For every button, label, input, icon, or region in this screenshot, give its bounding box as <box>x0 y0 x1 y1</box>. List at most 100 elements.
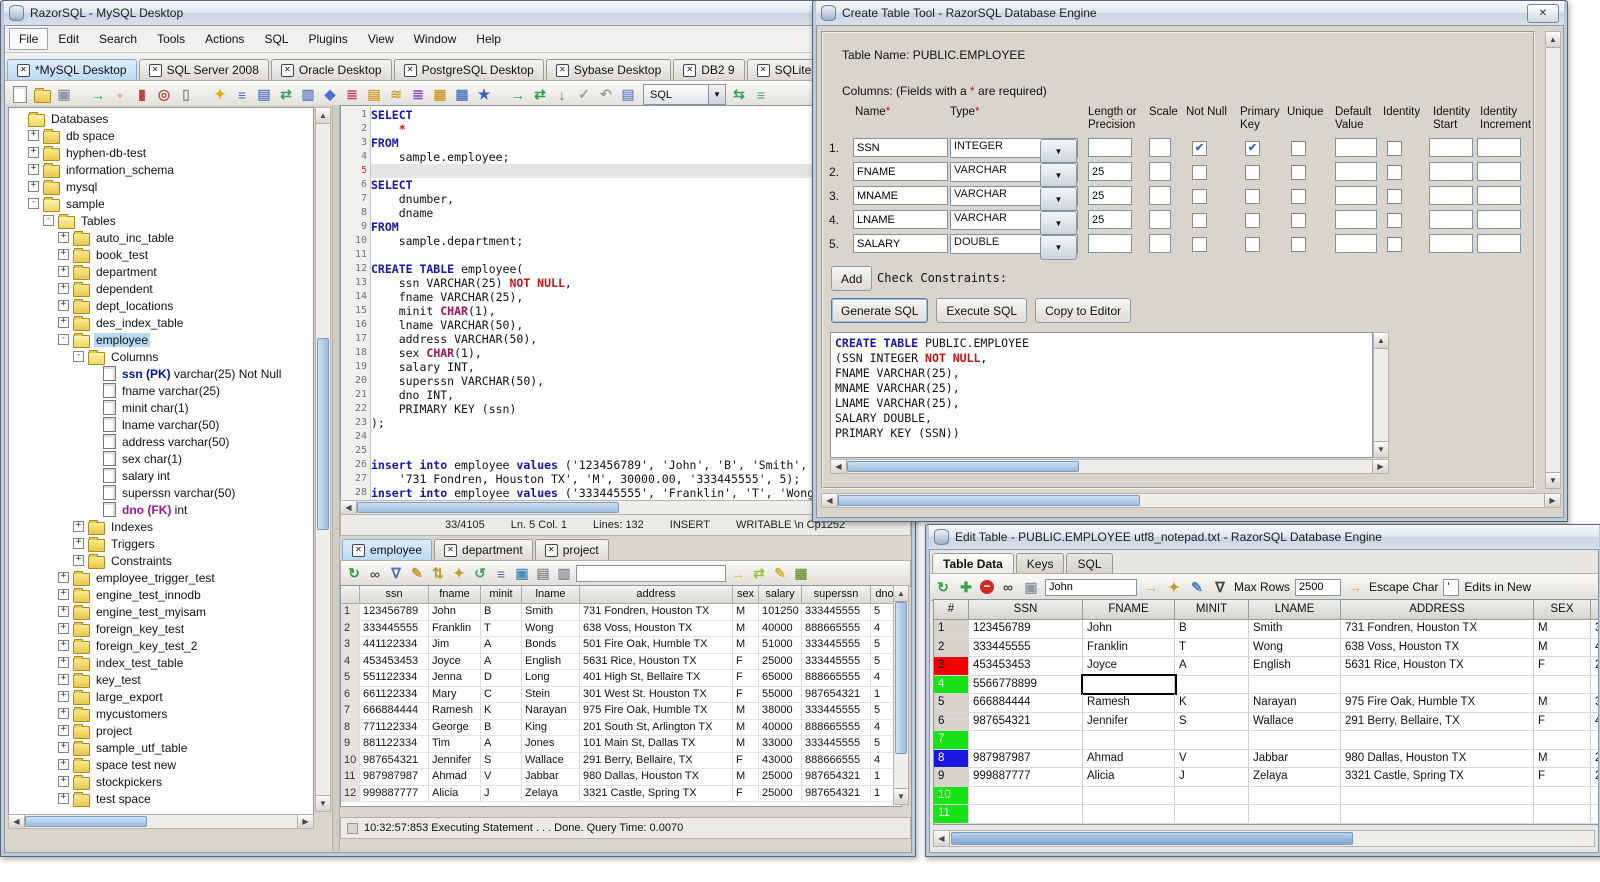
expand-icon[interactable]: + <box>58 317 69 328</box>
identity_start-input[interactable] <box>1429 162 1473 181</box>
column-header-FNAME[interactable]: FNAME <box>1083 600 1175 620</box>
table-row[interactable]: 2 333445555 Franklin T Wong 638 Voss, Houston… <box>341 620 901 637</box>
tree-scroll-thumb[interactable] <box>317 338 329 530</box>
tree-item-dependent[interactable]: + dependent <box>9 280 313 297</box>
scale-input[interactable] <box>1149 186 1171 205</box>
procedures-icon[interactable]: ≣ <box>409 86 427 104</box>
tree-item-mysql[interactable]: + mysql <box>9 178 313 195</box>
expand-icon[interactable]: + <box>58 759 69 770</box>
check-syntax-icon[interactable]: ✓ <box>575 86 593 104</box>
column-header-salary[interactable]: salary <box>759 586 802 604</box>
expand-icon[interactable]: + <box>73 538 84 549</box>
primary_key-checkbox[interactable]: ✔ <box>1245 141 1260 156</box>
identity_increment-input[interactable] <box>1477 210 1521 229</box>
table-row[interactable]: 11 987987987 Ahmad V Jabbar 980 Dallas, Houst… <box>341 769 901 786</box>
undo-icon[interactable]: ↶ <box>597 86 615 104</box>
column-header-ADDRESS[interactable]: ADDRESS <box>1341 600 1534 620</box>
generate-sql-icon[interactable]: ↺ <box>471 565 489 583</box>
expand-icon[interactable]: + <box>58 589 69 600</box>
not_null-checkbox[interactable] <box>1192 237 1207 252</box>
expand-icon[interactable]: + <box>58 232 69 243</box>
table-row[interactable]: 11 <box>934 805 1598 824</box>
scroll-up-icon[interactable]: ▲ <box>894 586 908 602</box>
tree-item-book-test[interactable]: + book_test <box>9 246 313 263</box>
window-vertical-scrollbar[interactable]: ▲ ▼ <box>1545 31 1561 489</box>
tab-close-icon[interactable]: ✕ <box>544 543 558 557</box>
edit-icon[interactable]: ✎ <box>1188 578 1206 596</box>
type-select[interactable]: INTEGER ▼ <box>950 138 1078 164</box>
list-icon[interactable]: ≡ <box>492 565 510 583</box>
go-icon[interactable]: → <box>729 565 747 583</box>
scroll-right-icon[interactable]: ▶ <box>297 815 313 828</box>
view-table-icon[interactable]: ▦ <box>431 86 449 104</box>
default_value-input[interactable] <box>1335 186 1377 205</box>
expand-icon[interactable]: + <box>28 181 39 192</box>
name-input[interactable] <box>853 210 948 229</box>
expand-icon[interactable]: + <box>58 623 69 634</box>
tree-item-salary-int[interactable]: salary int <box>9 467 313 484</box>
tree-item-indexes[interactable]: + Indexes <box>9 518 313 535</box>
edit-results-icon[interactable]: ✎ <box>771 565 789 583</box>
default_value-input[interactable] <box>1335 162 1377 181</box>
column-header-SSN[interactable]: SSN <box>969 600 1083 620</box>
expand-icon[interactable]: + <box>58 793 69 804</box>
save-icon[interactable]: ▣ <box>55 86 73 104</box>
identity_increment-input[interactable] <box>1477 234 1521 253</box>
expand-icon[interactable]: + <box>58 572 69 583</box>
filter-rows-icon[interactable]: ≋ <box>387 86 405 104</box>
expand-icon[interactable]: + <box>58 742 69 753</box>
convert-icon[interactable]: ⇆ <box>730 86 748 104</box>
tree-item-employee-trigger-test[interactable]: + employee_trigger_test <box>9 569 313 586</box>
grid-icon[interactable]: ▦ <box>453 86 471 104</box>
scroll-down-icon[interactable]: ▼ <box>1546 472 1560 488</box>
filter-icon[interactable]: ∇ <box>1211 578 1229 596</box>
table-row[interactable]: 4 5566778899 <box>934 673 1598 695</box>
scale-input[interactable] <box>1149 138 1171 157</box>
scroll-left-icon[interactable]: ◀ <box>9 815 25 828</box>
chevron-down-icon[interactable]: ▼ <box>708 85 725 104</box>
tree-item-index-test-table[interactable]: + index_test_table <box>9 654 313 671</box>
expand-icon[interactable]: + <box>58 266 69 277</box>
tree-item-constraints[interactable]: + Constraints <box>9 552 313 569</box>
tab-close-icon[interactable]: ✕ <box>683 63 697 77</box>
tree-item-db-space[interactable]: + db space <box>9 127 313 144</box>
scroll-down-icon[interactable]: ▼ <box>316 795 330 811</box>
generate-sql-button[interactable]: Generate SQL <box>831 298 929 323</box>
not_null-checkbox[interactable] <box>1192 213 1207 228</box>
collapse-icon[interactable]: - <box>28 198 39 209</box>
scale-input[interactable] <box>1149 234 1171 253</box>
table-row[interactable]: 10 <box>934 786 1598 805</box>
tree-item-databases[interactable]: Databases <box>9 110 313 127</box>
tab-keys[interactable]: Keys <box>1015 553 1065 573</box>
row-search-input[interactable] <box>1045 578 1137 596</box>
identity-checkbox[interactable] <box>1387 189 1402 204</box>
results-search-input[interactable] <box>576 565 726 582</box>
insert-row-icon[interactable]: ✚ <box>957 578 975 596</box>
edit-table-hscroll-thumb[interactable] <box>951 832 1353 845</box>
menu-file[interactable]: File <box>9 28 49 50</box>
chevron-down-icon[interactable]: ▼ <box>1040 211 1077 236</box>
length-input[interactable] <box>1088 234 1132 253</box>
tree-item-sample[interactable]: - sample <box>9 195 313 212</box>
tree-horizontal-scrollbar[interactable]: ◀ ▶ <box>8 814 314 829</box>
identity-checkbox[interactable] <box>1387 237 1402 252</box>
tree-editor-splitter[interactable] <box>332 105 340 852</box>
column-header-LNAME[interactable]: LNAME <box>1249 600 1341 620</box>
type-select[interactable]: VARCHAR ▼ <box>950 210 1078 236</box>
identity_increment-input[interactable] <box>1477 162 1521 181</box>
default_value-input[interactable] <box>1335 210 1377 229</box>
tree-item-engine-test-innodb[interactable]: + engine_test_innodb <box>9 586 313 603</box>
menu-search[interactable]: Search <box>89 28 147 50</box>
diamond-icon[interactable]: ◆ <box>321 86 339 104</box>
tree-hscroll-thumb[interactable] <box>25 816 147 827</box>
unique-checkbox[interactable] <box>1291 213 1306 228</box>
tree-item-employee[interactable]: - employee <box>9 331 313 348</box>
identity_increment-input[interactable] <box>1477 186 1521 205</box>
editing-cell[interactable] <box>1081 673 1177 695</box>
unique-checkbox[interactable] <box>1291 189 1306 204</box>
type-select[interactable]: VARCHAR ▼ <box>950 162 1078 188</box>
go-icon[interactable]: → <box>1142 578 1160 596</box>
tab-close-icon[interactable]: ✕ <box>352 543 365 557</box>
column-header-lname[interactable]: lname <box>522 586 580 604</box>
tree-item-stockpickers[interactable]: + stockpickers <box>9 773 313 790</box>
